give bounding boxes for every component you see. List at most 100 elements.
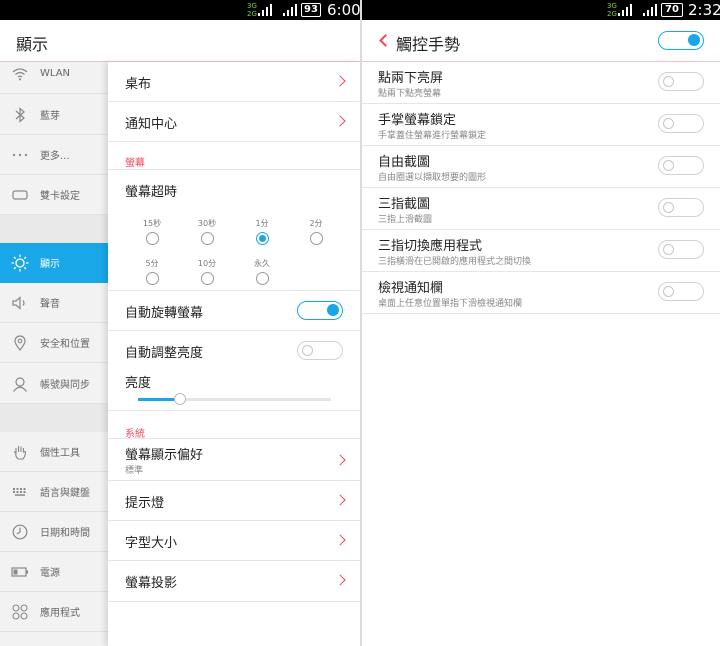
timeout-option-label: 永久 — [254, 259, 270, 268]
radio-button[interactable] — [309, 232, 323, 245]
slider-handle[interactable] — [174, 393, 186, 405]
gesture-description: 桌面上任意位置單指下滑檢視通知欄 — [378, 299, 523, 309]
sidebar-item-label: 更多... — [40, 151, 70, 162]
timeout-option-label: 2分 — [309, 219, 323, 228]
gesture-label: 自由截圖 — [378, 155, 431, 170]
timeout-option-1min[interactable]: 1分 — [247, 218, 277, 245]
sidebar-spacer — [0, 215, 108, 243]
sidebar-item-label: WLAN — [40, 68, 71, 79]
indicator-light-label: 提示燈 — [125, 496, 165, 511]
gesture-label: 三指切換應用程式 — [378, 239, 483, 254]
timeout-option-label: 5分 — [145, 259, 159, 268]
brightness-label: 亮度 — [125, 376, 152, 391]
sidebar-item-label: 帳號與同步 — [40, 380, 90, 391]
sim2-signal-icon — [643, 4, 657, 16]
auto-brightness-toggle[interactable] — [297, 341, 343, 360]
gesture-toggle[interactable] — [658, 156, 704, 175]
sidebar-item-sound[interactable]: 聲音 — [0, 283, 108, 323]
sidebar-item-display[interactable]: 顯示 — [0, 243, 108, 283]
sidebar-item-dual-sim[interactable]: 雙卡設定 — [0, 175, 108, 215]
timeout-option-30s[interactable]: 30秒 — [192, 218, 222, 245]
display-settings-screen: 3G 2G 93 6:00 顯示 WLAN 藍芽 更多... 雙卡設定 顯示 聲… — [0, 0, 360, 646]
sidebar-item-bluetooth[interactable]: 藍芽 — [0, 95, 108, 135]
chevron-right-icon — [334, 534, 346, 546]
app-bar: 觸控手勢 — [362, 20, 720, 62]
toggle-knob — [663, 202, 674, 213]
battery-level: 93 — [301, 3, 321, 17]
gesture-toggle[interactable] — [658, 240, 704, 259]
timeout-option-15s[interactable]: 15秒 — [137, 218, 167, 245]
timeout-option-label: 15秒 — [142, 219, 162, 228]
gesture-toggle[interactable] — [658, 114, 704, 133]
font-size-row[interactable]: 字型大小 — [108, 521, 360, 561]
timeout-option-never[interactable]: 永久 — [247, 258, 277, 285]
sidebar-item-language-keyboard[interactable]: 語言與鍵盤 — [0, 472, 108, 512]
sidebar-item-apps[interactable]: 應用程式 — [0, 592, 108, 632]
gesture-toggle[interactable] — [658, 72, 704, 91]
sidebar-spacer — [0, 404, 108, 432]
toggle-knob — [663, 160, 674, 171]
toggle-knob — [663, 76, 674, 87]
gesture-row-three-finger-screenshot: 三指截圖 三指上滑截圖 — [362, 188, 720, 230]
gesture-description: 自由圈選以擷取想要的圖形 — [378, 173, 487, 183]
clock-icon — [0, 524, 40, 540]
radio-button[interactable] — [200, 272, 214, 285]
gesture-toggle[interactable] — [658, 198, 704, 217]
sidebar-item-label: 安全和位置 — [40, 339, 90, 350]
gesture-row-free-screenshot: 自由截圖 自由圈選以擷取想要的圖形 — [362, 146, 720, 188]
person-icon — [0, 376, 40, 392]
screen-timeout-label: 螢幕超時 — [125, 185, 178, 200]
radio-button[interactable] — [200, 232, 214, 245]
wallpaper-row[interactable]: 桌布 — [108, 62, 360, 102]
toggle-knob — [663, 244, 674, 255]
sidebar-item-label: 藍芽 — [40, 111, 60, 122]
indicator-light-row[interactable]: 提示燈 — [108, 481, 360, 521]
back-arrow-icon[interactable] — [379, 34, 392, 47]
sidebar-item-security-location[interactable]: 安全和位置 — [0, 323, 108, 363]
gesture-description: 手掌蓋住螢幕進行螢幕鎖定 — [378, 131, 487, 141]
auto-rotate-toggle[interactable] — [297, 301, 343, 320]
sidebar-item-power[interactable]: 電源 — [0, 552, 108, 592]
font-size-label: 字型大小 — [125, 536, 178, 551]
chevron-right-icon — [334, 574, 346, 586]
timeout-option-label: 30秒 — [197, 219, 217, 228]
radio-button[interactable] — [145, 232, 159, 245]
radio-button[interactable] — [255, 272, 269, 285]
sidebar-item-label: 聲音 — [40, 299, 60, 310]
gesture-description: 三指上滑截圖 — [378, 215, 433, 225]
sidebar-item-date-time[interactable]: 日期和時間 — [0, 512, 108, 552]
status-bar: 3G 2G 70 2:32 — [362, 0, 720, 20]
timeout-option-10min[interactable]: 10分 — [192, 258, 222, 285]
timeout-option-label: 1分 — [255, 219, 269, 228]
gesture-label: 手掌螢幕鎖定 — [378, 113, 457, 128]
timeout-option-5min[interactable]: 5分 — [137, 258, 167, 285]
sidebar-item-personal-tools[interactable]: 個性工具 — [0, 432, 108, 472]
gesture-row-three-finger-app-switch: 三指切換應用程式 三指橫滑在已開啟的應用程式之間切換 — [362, 230, 720, 272]
battery-level: 70 — [661, 3, 683, 17]
gesture-toggle[interactable] — [658, 282, 704, 301]
brightness-icon — [0, 254, 40, 272]
gestures-master-toggle[interactable] — [658, 31, 704, 50]
timeout-option-label: 10分 — [197, 259, 217, 268]
brightness-slider[interactable] — [138, 393, 331, 405]
auto-rotate-row: 自動旋轉螢幕 — [108, 291, 360, 331]
radio-button[interactable] — [145, 272, 159, 285]
timeout-option-2min[interactable]: 2分 — [301, 218, 331, 245]
sidebar-item-label: 日期和時間 — [40, 528, 90, 539]
display-preference-row[interactable]: 螢幕顯示偏好 標準 — [108, 439, 360, 481]
gesture-description: 三指橫滑在已開啟的應用程式之間切換 — [378, 257, 532, 267]
network-3g-label: 3G — [247, 2, 257, 10]
notification-center-label: 通知中心 — [125, 117, 178, 132]
toggle-knob — [663, 286, 674, 297]
sidebar-item-more[interactable]: 更多... — [0, 135, 108, 175]
section-header-screen: 螢幕 — [125, 158, 145, 169]
status-clock: 2:32 — [688, 1, 720, 19]
notification-center-row[interactable]: 通知中心 — [108, 102, 360, 142]
gesture-row-palm-lock: 手掌螢幕鎖定 手掌蓋住螢幕進行螢幕鎖定 — [362, 104, 720, 146]
sidebar-item-accounts-sync[interactable]: 帳號與同步 — [0, 364, 108, 404]
gesture-row-double-tap-wake: 點兩下亮屏 點兩下點亮螢幕 — [362, 62, 720, 104]
screen-cast-row[interactable]: 螢幕投影 — [108, 561, 360, 602]
sidebar-item-wlan[interactable]: WLAN — [0, 54, 108, 94]
radio-button-selected[interactable] — [255, 232, 269, 245]
chevron-right-icon — [334, 75, 346, 87]
